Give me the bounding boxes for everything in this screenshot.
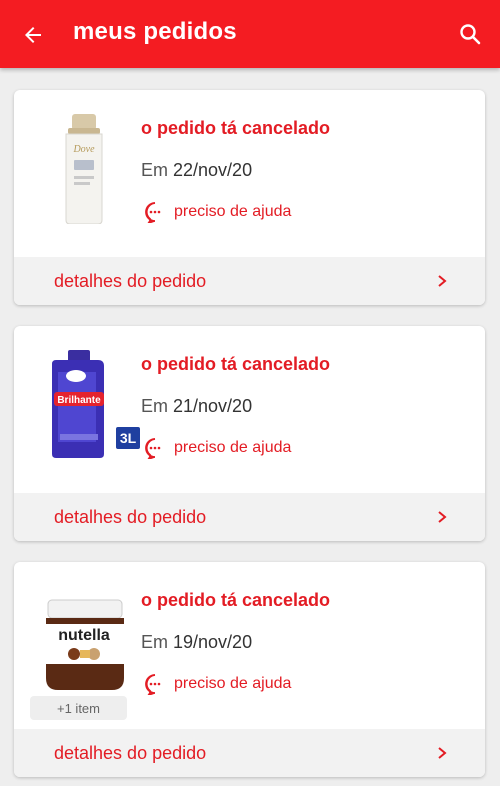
svg-text:Brilhante: Brilhante: [57, 395, 101, 406]
product-image-nutella: nutella: [34, 578, 134, 696]
order-details-link[interactable]: detalhes do pedido: [14, 257, 485, 305]
order-date: Em 22/nov/20: [141, 160, 252, 181]
product-image-dove: Dove: [34, 106, 134, 225]
help-link[interactable]: preciso de ajuda: [144, 200, 291, 224]
extra-items-chip: +1 item: [30, 696, 127, 720]
order-date-prefix: Em: [141, 160, 168, 180]
order-status: o pedido tá cancelado: [141, 118, 331, 138]
order-date-prefix: Em: [141, 396, 168, 416]
details-label: detalhes do pedido: [54, 742, 207, 763]
order-card[interactable]: Dove o pedido tá cancelado Em 22/nov/20 …: [14, 90, 485, 305]
order-status: o pedido tá cancelado: [141, 354, 331, 374]
chevron-right-icon: [438, 511, 447, 523]
chat-bubble-icon: [145, 202, 161, 223]
help-link[interactable]: preciso de ajuda: [144, 436, 291, 460]
help-label: preciso de ajuda: [174, 203, 292, 220]
order-date-value: 22/nov/20: [173, 160, 253, 180]
order-date-value: 19/nov/20: [173, 632, 253, 652]
chevron-right-icon: [438, 747, 447, 759]
help-label: preciso de ajuda: [174, 675, 292, 692]
details-label: detalhes do pedido: [54, 270, 207, 291]
search-button[interactable]: [454, 18, 486, 50]
order-status: o pedido tá cancelado: [141, 590, 331, 610]
help-label: preciso de ajuda: [174, 439, 292, 456]
help-link[interactable]: preciso de ajuda: [144, 672, 291, 696]
app-bar: meus pedidos: [0, 0, 500, 68]
chevron-right-icon: [438, 275, 447, 287]
search-icon: [460, 24, 481, 45]
back-button[interactable]: [18, 20, 48, 50]
arrow-left-icon: [25, 27, 41, 43]
order-card[interactable]: nutella +1 item o pedido tá cancelado Em…: [14, 562, 485, 777]
svg-text:nutella: nutella: [58, 627, 110, 644]
order-date: Em 19/nov/20: [141, 632, 252, 653]
page-title: meus pedidos: [73, 18, 237, 45]
size-badge: 3L: [116, 427, 140, 449]
product-image-brilhante: Brilhante 3L: [34, 342, 140, 460]
chat-bubble-icon: [145, 438, 161, 459]
chat-bubble-icon: [145, 674, 161, 695]
order-date-value: 21/nov/20: [173, 396, 253, 416]
order-date-prefix: Em: [141, 632, 168, 652]
details-label: detalhes do pedido: [54, 506, 207, 527]
order-details-link[interactable]: detalhes do pedido: [14, 729, 485, 777]
order-details-link[interactable]: detalhes do pedido: [14, 493, 485, 541]
order-card[interactable]: Brilhante 3L o pedido tá cancelado Em 21…: [14, 326, 485, 541]
order-date: Em 21/nov/20: [141, 396, 252, 417]
svg-text:Dove: Dove: [72, 144, 95, 155]
